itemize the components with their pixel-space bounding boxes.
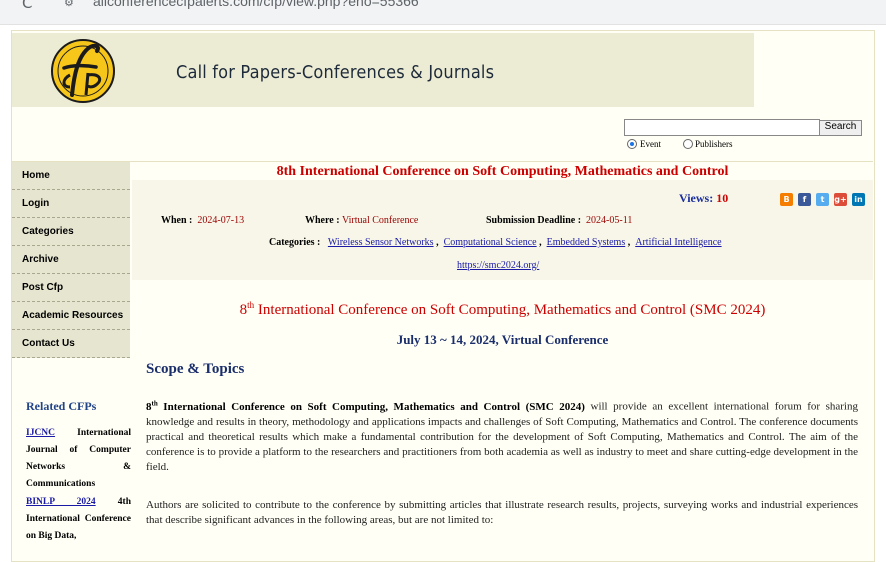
when-field: When : 2024-07-13 [161, 215, 245, 226]
where-value: Virtual Conference [342, 215, 419, 226]
sidebar-item-login[interactable]: Login [12, 190, 130, 218]
conference-dates: July 13 ~ 14, 2024, Virtual Conference [396, 332, 609, 347]
views-counter: Views: 10 [679, 191, 729, 205]
related-cfp-item: BINLP 2024 4th International Conference … [26, 497, 131, 541]
linkedin-icon[interactable]: in [852, 193, 865, 206]
when-value: 2024-07-13 [197, 215, 245, 226]
category-link[interactable]: Embedded Systems [547, 237, 626, 248]
scope-paragraph: 8th International Conference on Soft Com… [146, 399, 858, 473]
radio-publishers-label: Publishers [695, 139, 733, 149]
related-cfp-item: IJCNC International Journal of Computer … [26, 428, 131, 489]
radio-event[interactable] [627, 139, 637, 149]
conference-title: 8th International Conference on Soft Com… [276, 164, 729, 179]
blogger-icon[interactable]: B [780, 193, 793, 206]
sidebar-item-home[interactable]: Home [12, 162, 130, 190]
category-link[interactable]: Wireless Sensor Networks [328, 237, 434, 248]
facebook-icon[interactable]: f [798, 193, 811, 206]
category-link[interactable]: Computational Science [444, 237, 537, 248]
related-cfp-link[interactable]: IJCNC [26, 428, 55, 438]
sidebar-item-categories[interactable]: Categories [12, 218, 130, 246]
where-field: Where : Virtual Conference [305, 215, 419, 226]
browser-address-bar[interactable]: C ⚙ allconferencecfpalerts.com/cfp/view.… [0, 0, 886, 25]
cfp-logo-icon[interactable] [48, 35, 118, 105]
search-input[interactable] [624, 119, 820, 136]
scope-heading: Scope & Topics [146, 361, 245, 377]
sidebar-item-contact-us[interactable]: Contact Us [12, 330, 130, 358]
related-cfps-heading: Related CFPs [26, 399, 97, 413]
deadline-field: Submission Deadline : 2024-05-11 [486, 215, 633, 226]
solicitation-paragraph: Authors are solicited to contribute to t… [146, 499, 858, 526]
deadline-value: 2024-05-11 [586, 215, 633, 226]
category-link[interactable]: Artificial Intelligence [635, 237, 721, 248]
radio-event-label: Event [640, 139, 661, 149]
sidebar-item-archive[interactable]: Archive [12, 246, 130, 274]
search-button[interactable]: Search [819, 120, 862, 136]
url-text[interactable]: allconferencecfpalerts.com/cfp/view.php?… [93, 0, 419, 9]
reload-icon[interactable]: C [22, 0, 32, 12]
categories-field: Categories : Wireless Sensor Networks , … [269, 237, 722, 248]
site-info-icon[interactable]: ⚙ [64, 0, 74, 9]
radio-publishers[interactable] [683, 139, 693, 149]
conference-full-title: 8th International Conference on Soft Com… [239, 300, 766, 318]
related-cfp-link[interactable]: BINLP 2024 [26, 497, 96, 507]
googleplus-icon[interactable]: g+ [834, 193, 847, 206]
sidebar-item-academic-resources[interactable]: Academic Resources [12, 302, 130, 330]
sidebar-item-post-cfp[interactable]: Post Cfp [12, 274, 130, 302]
site-title: Call for Papers-Conferences & Journals [176, 62, 495, 83]
conference-website-link[interactable]: https://smc2024.org/ [457, 260, 539, 271]
page-frame [11, 30, 875, 562]
header-divider [12, 161, 873, 162]
twitter-icon[interactable]: t [816, 193, 829, 206]
